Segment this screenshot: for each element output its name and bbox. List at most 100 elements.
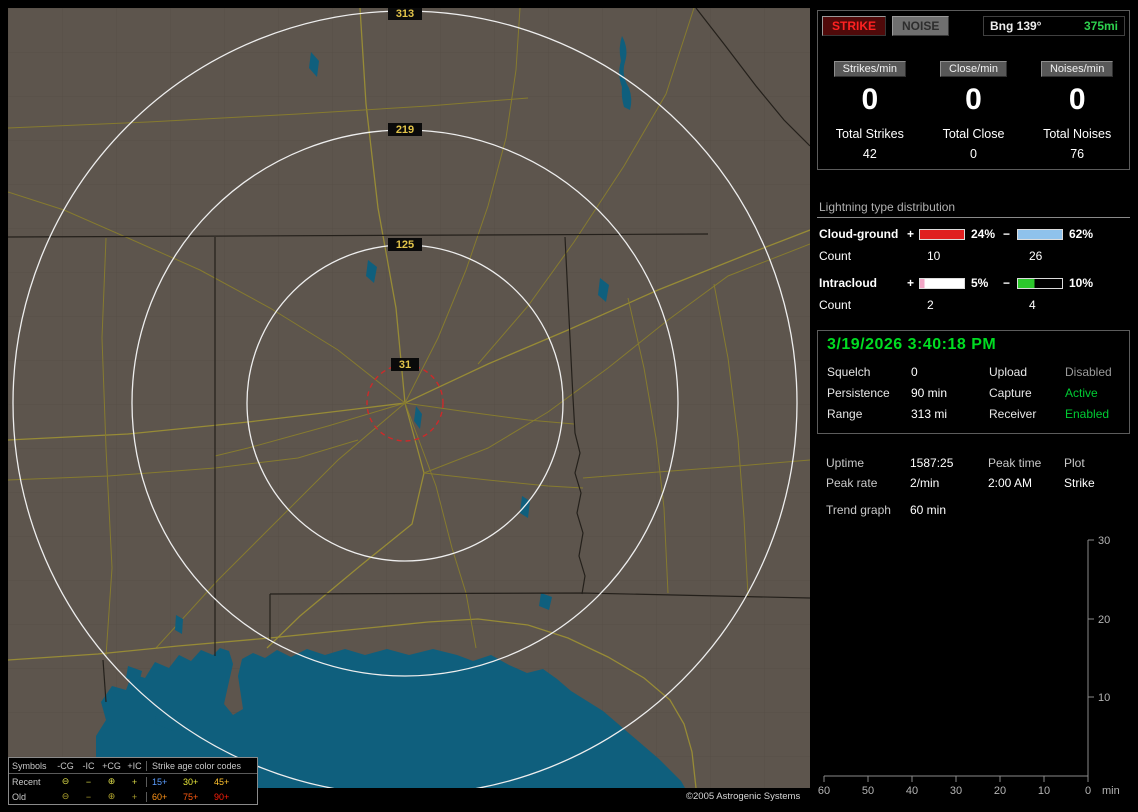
pos-ic-icon: + <box>131 791 138 802</box>
legend-age-header: Strike age color codes <box>146 760 254 771</box>
peak-rate-value: 2/min <box>910 476 940 490</box>
cg-minus-bar <box>1017 228 1063 240</box>
total-close-value: 0 <box>970 147 977 161</box>
persistence-value: 90 min <box>911 386 948 400</box>
plot-value: Strike <box>1064 476 1095 490</box>
plus-sign: + <box>907 276 915 290</box>
svg-text:30: 30 <box>950 785 962 797</box>
storm-map[interactable]: 313 219 125 31 <box>8 8 810 788</box>
distribution-header: Lightning type distribution <box>817 200 1130 218</box>
age-code: 45+ <box>214 776 230 787</box>
age-code: 90+ <box>214 791 230 802</box>
legend-col-pos-ic: +IC <box>127 760 142 771</box>
trend-graph-label: Trend graph <box>826 503 891 517</box>
svg-text:10: 10 <box>1038 785 1050 797</box>
noise-button[interactable]: NOISE <box>892 16 950 36</box>
ic-minus-count: 4 <box>1029 298 1036 312</box>
receiver-status: Enabled <box>1065 407 1110 421</box>
distribution-section: Lightning type distribution Cloud-ground… <box>817 200 1130 316</box>
close-per-min-button[interactable]: Close/min <box>940 61 1007 77</box>
legend-recent-ages: 15+ 30+ 45+ <box>146 776 254 787</box>
cloud-ground-label: Cloud-ground <box>819 227 899 241</box>
minus-sign: − <box>1003 227 1011 241</box>
intracloud-label: Intracloud <box>819 276 878 290</box>
total-value-row: 42 0 76 <box>818 147 1129 161</box>
strike-button[interactable]: STRIKE <box>822 16 887 36</box>
capture-label: Capture <box>989 386 1032 400</box>
intracloud-count-row: Count 2 4 <box>817 294 1130 316</box>
peak-rate-label: Peak rate <box>826 476 878 490</box>
bearing-display: Bng 139° 375mi <box>983 16 1125 36</box>
uptime-label: Uptime <box>826 456 865 470</box>
trend-tick-labels: 30 20 10 60 50 40 30 20 10 0 min <box>818 535 1120 797</box>
range-label-31: 31 <box>399 359 411 371</box>
legend-symbols-header: Symbols <box>12 760 47 771</box>
noises-per-min-value: 0 <box>1068 83 1086 116</box>
total-noises-value: 76 <box>1070 147 1085 161</box>
trend-graph-row: Trend graph 60 min <box>826 503 1121 517</box>
total-noises-label: Total Noises <box>1043 127 1112 141</box>
svg-text:60: 60 <box>818 785 830 797</box>
legend-header-row: Symbols -CG -IC +CG +IC Strike age color… <box>9 758 257 774</box>
total-strikes-label: Total Strikes <box>835 127 904 141</box>
persistence-label: Persistence <box>827 386 890 400</box>
legend-recent-label: Recent <box>12 776 41 787</box>
legend-old-ages: 60+ 75+ 90+ <box>146 791 254 802</box>
pos-cg-icon: ⊕ <box>107 791 116 801</box>
counters-section: STRIKE NOISE Bng 139° 375mi Strikes/min … <box>817 10 1130 170</box>
bearing-value: Bng 139° <box>990 19 1042 33</box>
svg-text:min: min <box>1102 785 1120 797</box>
neg-cg-icon: ⊖ <box>61 791 70 801</box>
neg-ic-icon: − <box>85 791 92 802</box>
legend-col-pos-cg: +CG <box>102 760 121 771</box>
bearing-distance: 375mi <box>1083 19 1118 33</box>
cloud-ground-row: Cloud-ground + 24% − 62% <box>817 223 1130 245</box>
range-label-219: 219 <box>396 124 414 136</box>
intracloud-row: Intracloud + 5% − 10% <box>817 272 1130 294</box>
plot-label: Plot <box>1064 456 1085 470</box>
peak-time-label: Peak time <box>988 456 1042 470</box>
ic-plus-bar <box>919 277 965 289</box>
age-code: 60+ <box>152 791 168 802</box>
pos-ic-icon: + <box>131 776 138 787</box>
svg-text:0: 0 <box>1085 785 1091 797</box>
range-label-313: 313 <box>396 8 414 20</box>
legend-col-neg-ic: -IC <box>82 760 95 771</box>
svg-text:50: 50 <box>862 785 874 797</box>
ic-plus-percent: 5% <box>971 276 989 290</box>
rate-value-row: 0 0 0 <box>818 83 1129 117</box>
range-label-125: 125 <box>396 239 414 251</box>
upload-label: Upload <box>989 365 1028 379</box>
mode-button-row: STRIKE NOISE Bng 139° 375mi <box>822 16 1125 36</box>
neg-cg-icon: ⊖ <box>61 776 70 786</box>
close-per-min-value: 0 <box>965 83 982 116</box>
noises-per-min-button[interactable]: Noises/min <box>1040 61 1114 77</box>
svg-text:40: 40 <box>906 785 918 797</box>
cg-minus-percent: 62% <box>1069 227 1094 241</box>
ic-minus-bar <box>1017 277 1063 289</box>
ic-minus-percent: 10% <box>1069 276 1094 290</box>
strikes-per-min-button[interactable]: Strikes/min <box>833 61 907 77</box>
peak-time-value: 2:00 AM <box>988 476 1033 490</box>
range-value: 313 mi <box>911 407 948 421</box>
cg-plus-percent: 24% <box>971 227 996 241</box>
age-code: 30+ <box>183 776 199 787</box>
receiver-label: Receiver <box>989 407 1037 421</box>
trend-graph: 30 20 10 60 50 40 30 20 10 0 min <box>818 535 1120 797</box>
status-fields: Squelch 0 Upload Disabled Persistence 90… <box>827 365 1120 421</box>
cg-plus-bar <box>919 228 965 240</box>
legend-col-neg-cg: -CG <box>57 760 74 771</box>
ic-plus-count: 2 <box>927 298 934 312</box>
age-code: 15+ <box>152 776 168 787</box>
squelch-value: 0 <box>911 365 918 379</box>
copyright-text: ©2005 Astrogenic Systems <box>686 791 801 802</box>
range-label: Range <box>827 407 863 421</box>
status-section: 3/19/2026 3:40:18 PM Squelch 0 Upload Di… <box>817 330 1130 434</box>
strikes-per-min-value: 0 <box>861 83 879 116</box>
uptime-value: 1587:25 <box>910 456 954 470</box>
svg-text:20: 20 <box>1098 614 1110 626</box>
trend-graph-value: 60 min <box>910 503 947 517</box>
trend-ticks <box>823 539 1094 782</box>
svg-text:30: 30 <box>1098 535 1110 547</box>
svg-text:10: 10 <box>1098 692 1110 704</box>
